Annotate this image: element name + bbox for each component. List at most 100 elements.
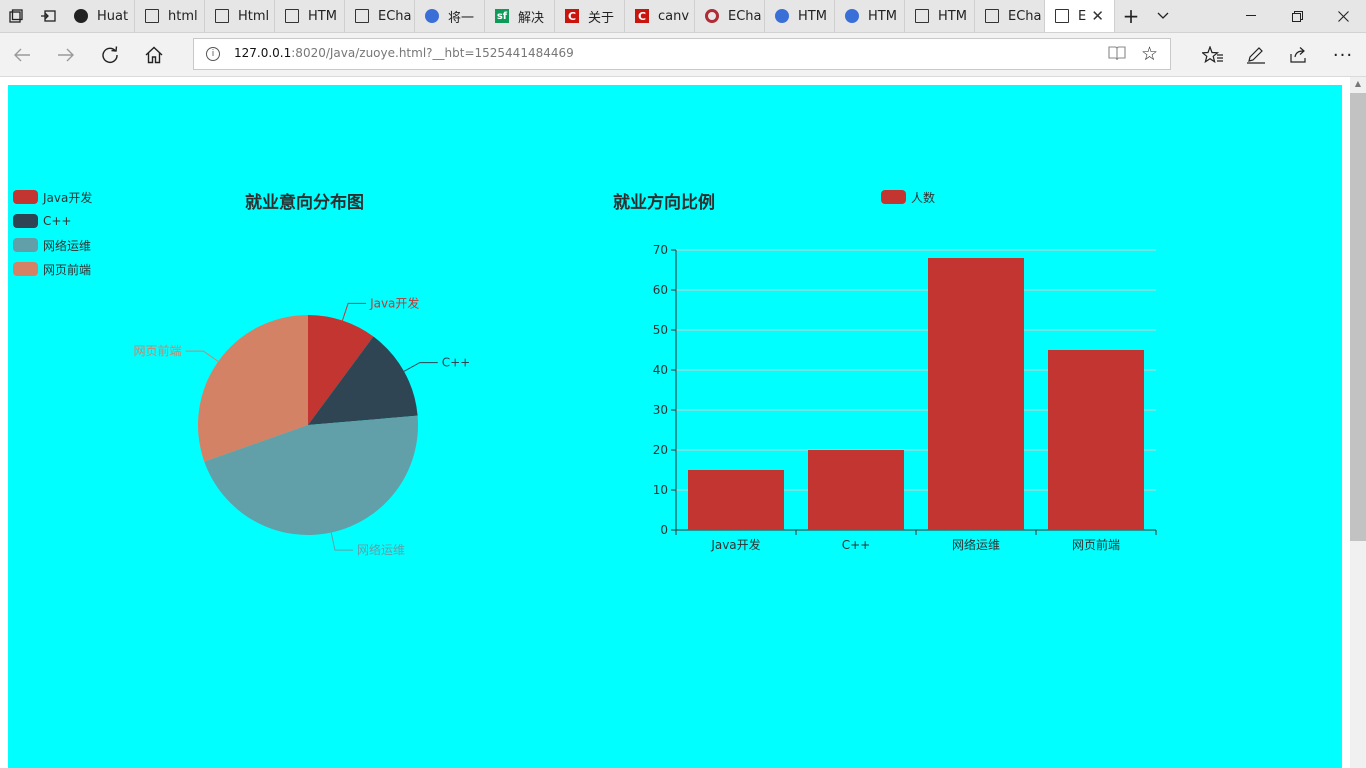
- set-tabs-aside-icon[interactable]: [32, 0, 64, 32]
- bar: [928, 258, 1024, 530]
- pie-label-line: [185, 350, 219, 362]
- vertical-scrollbar[interactable]: ▲: [1350, 77, 1366, 768]
- bar-chart: 0 10 20 30 40 50 60 70 Java开发 C++ 网络运维 网页前端: [653, 243, 1157, 552]
- minimize-button[interactable]: [1228, 0, 1274, 32]
- x-tick-label: 网络运维: [952, 537, 1000, 552]
- x-tick-label: 网页前端: [1072, 537, 1120, 552]
- more-options-icon[interactable]: ···: [1327, 39, 1359, 71]
- page-icon: [1055, 9, 1069, 23]
- reading-view-icon[interactable]: [1108, 45, 1126, 63]
- navigation-bar: i 127.0.0.1:8020/Java/zuoye.html?__hbt=1…: [0, 33, 1366, 77]
- address-field[interactable]: i 127.0.0.1:8020/Java/zuoye.html?__hbt=1…: [193, 38, 1171, 70]
- page-viewport: Java开发 C++ 网络运维 网页前端 就业意向分布图 Java开发 C++ 网络运维网…: [0, 77, 1350, 768]
- pie-legend-swatch: [13, 262, 38, 276]
- browser-tab[interactable]: C 关于: [555, 0, 625, 32]
- scroll-up-arrow-icon[interactable]: ▲: [1350, 77, 1366, 91]
- pie-chart: Java开发 C++ 网络运维 网页前端: [133, 295, 471, 557]
- pie-label-line: [341, 302, 367, 321]
- bar: [1048, 350, 1144, 530]
- page-icon: [215, 9, 229, 23]
- tab-preview-icon[interactable]: [0, 0, 32, 32]
- x-tick-label: C++: [842, 538, 871, 552]
- browser-tab-label: html: [168, 8, 198, 24]
- browser-tab-label: Html: [238, 8, 270, 24]
- opera-ring-icon: [705, 9, 719, 23]
- home-button[interactable]: [138, 39, 170, 71]
- csdn-icon: C: [635, 9, 649, 23]
- browser-tab-label: 关于: [588, 10, 615, 26]
- pie-legend-item[interactable]: Java开发: [13, 189, 92, 205]
- page-canvas: Java开发 C++ 网络运维 网页前端 就业意向分布图 Java开发 C++ 网络运维网…: [8, 85, 1342, 768]
- browser-tab[interactable]: Huat: [64, 0, 135, 32]
- browser-tab[interactable]: ECha: [975, 0, 1045, 32]
- browser-tab[interactable]: HTM: [275, 0, 345, 32]
- url-path: :8020/Java/zuoye.html?__hbt=152544148446…: [291, 46, 574, 60]
- y-tick-label: 10: [653, 483, 668, 497]
- bar: [688, 470, 784, 530]
- pie-legend-swatch: [13, 190, 38, 204]
- browser-tab[interactable]: ECha: [345, 0, 415, 32]
- browser-tab-label: HTM: [798, 8, 827, 24]
- scroll-thumb[interactable]: [1350, 93, 1366, 541]
- pie-legend-item[interactable]: 网络运维: [13, 237, 91, 253]
- tab-list-chevron-icon[interactable]: [1148, 0, 1178, 32]
- browser-tab[interactable]: Ccanv: [625, 0, 695, 32]
- y-tick-label: 30: [653, 403, 668, 417]
- browser-tab[interactable]: html: [135, 0, 205, 32]
- pie-label-line: [330, 532, 353, 551]
- url-host: 127.0.0.1: [234, 46, 292, 60]
- refresh-button[interactable]: [94, 39, 126, 71]
- browser-tab[interactable]: sf 解决: [485, 0, 555, 32]
- site-info-icon[interactable]: i: [206, 47, 220, 61]
- github-icon: [74, 9, 88, 23]
- favorites-hub-icon[interactable]: [1197, 39, 1229, 71]
- page-icon: [915, 9, 929, 23]
- browser-tab-label: HTM: [868, 8, 897, 24]
- restore-button[interactable]: [1274, 0, 1320, 32]
- browser-tab[interactable]: HTM: [835, 0, 905, 32]
- csdn-icon: C: [565, 9, 579, 23]
- bar-legend-label: 人数: [911, 190, 936, 205]
- page-icon: [985, 9, 999, 23]
- url-text[interactable]: 127.0.0.1:8020/Java/zuoye.html?__hbt=152…: [234, 46, 574, 60]
- pie-legend-item[interactable]: C++: [13, 213, 72, 229]
- browser-tab-label: ECha: [378, 8, 412, 24]
- y-tick-label: 40: [653, 363, 668, 377]
- pie-legend-swatch: [13, 238, 38, 252]
- browser-tab-label: canv: [658, 8, 690, 24]
- favorite-star-icon[interactable]: ☆: [1141, 43, 1158, 65]
- bar-legend-swatch: [881, 190, 906, 204]
- y-tick-label: 60: [653, 283, 668, 297]
- browser-tab[interactable]: ECha: [695, 0, 765, 32]
- close-tab-icon[interactable]: ✕: [1091, 7, 1104, 25]
- pie-legend-label: C++: [43, 214, 72, 228]
- pie-chart-title: 就业意向分布图: [245, 193, 364, 213]
- browser-tab[interactable]: 将一: [415, 0, 485, 32]
- share-icon[interactable]: [1283, 39, 1315, 71]
- back-button[interactable]: [6, 39, 38, 71]
- browser-tab-label: ECha: [1008, 8, 1042, 24]
- y-tick-label: 20: [653, 443, 668, 457]
- bar: [808, 450, 904, 530]
- browser-tab-label: Huat: [97, 8, 129, 24]
- browser-tab[interactable]: Html: [205, 0, 275, 32]
- close-window-button[interactable]: [1320, 0, 1366, 32]
- bar-legend-item[interactable]: 人数: [881, 189, 935, 205]
- bar-chart-title: 就业方向比例: [613, 193, 715, 213]
- y-tick-label: 50: [653, 323, 668, 337]
- pie-slice-label: 网页前端: [133, 343, 181, 358]
- browser-tab[interactable]: HTM: [905, 0, 975, 32]
- new-tab-button[interactable]: +: [1116, 0, 1146, 32]
- forward-button[interactable]: [50, 39, 82, 71]
- tab-bar: Huat html Html HTM ECha 将一 sf 解决 C 关于 Ccanv ECha HTM…: [0, 0, 1366, 33]
- web-note-pen-icon[interactable]: [1240, 39, 1272, 71]
- pie-slice-label: 网络运维: [357, 542, 405, 557]
- page-icon: [285, 9, 299, 23]
- pie-slice-label: C++: [442, 356, 471, 370]
- pie-legend-item[interactable]: 网页前端: [13, 261, 91, 277]
- browser-tab[interactable]: HTM: [765, 0, 835, 32]
- browser-tab-label: 解决: [518, 10, 545, 26]
- x-tick-label: Java开发: [710, 537, 760, 552]
- browser-tab-label: E: [1078, 8, 1087, 24]
- browser-tab[interactable]: E ✕: [1045, 0, 1115, 32]
